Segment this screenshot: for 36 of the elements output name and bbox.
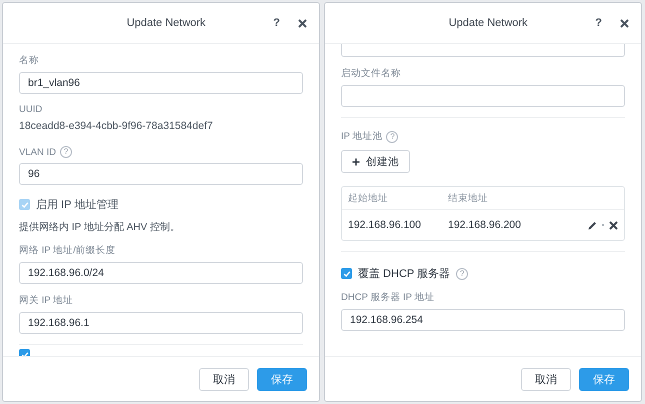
field-label: 网络 IP 地址/前缀长度 bbox=[19, 244, 116, 257]
input-field[interactable]: 96 bbox=[19, 163, 303, 185]
description-text: 提供网络内 IP 地址分配 AHV 控制。 bbox=[19, 220, 181, 234]
plus-icon bbox=[352, 158, 360, 166]
dialog-title: Update Network bbox=[448, 17, 529, 29]
close-icon[interactable] bbox=[609, 220, 618, 230]
pencil-icon[interactable] bbox=[588, 220, 597, 230]
create-pool-button[interactable]: 创建池 bbox=[341, 150, 410, 173]
cancel-button[interactable]: 取消 bbox=[521, 368, 571, 390]
input-field[interactable]: br1_vlan96 bbox=[19, 72, 303, 94]
table-cell-text: 192.168.96.200 bbox=[448, 219, 522, 231]
checkbox-label: 启用 IP 地址管理 bbox=[36, 198, 118, 212]
field-label: DHCP 服务器 IP 地址 bbox=[341, 291, 434, 304]
input-field[interactable]: 192.168.96.1 bbox=[19, 312, 303, 334]
cancel-button[interactable]: 取消 bbox=[199, 368, 249, 390]
dialog-title: Update Network bbox=[126, 17, 207, 29]
field-label: 名称 bbox=[19, 54, 39, 67]
column-header: 起始地址 bbox=[348, 192, 389, 204]
uuid-value: 18ceadd8-e394-4cbb-9f96-78a31584def7 bbox=[19, 120, 214, 132]
help-button[interactable]: ? bbox=[273, 17, 280, 29]
table-cell-text: 192.168.96.100 bbox=[348, 219, 422, 231]
input-field[interactable]: 192.168.96.254 bbox=[341, 309, 625, 331]
input-field[interactable] bbox=[341, 44, 625, 57]
input-field[interactable] bbox=[341, 85, 625, 107]
close-icon[interactable] bbox=[620, 18, 629, 28]
checkbox[interactable] bbox=[341, 268, 352, 279]
field-label: IP 地址池 bbox=[341, 130, 382, 143]
field-label: 网关 IP 地址 bbox=[19, 294, 74, 307]
field-label: 启动文件名称 bbox=[341, 67, 401, 80]
column-header: 结束地址 bbox=[448, 192, 489, 204]
input-field[interactable]: 192.168.96.0/24 bbox=[19, 262, 303, 284]
checkbox-label: 覆盖 DHCP 服务器 bbox=[358, 266, 450, 281]
field-label: UUID bbox=[19, 104, 42, 115]
help-button[interactable]: ? bbox=[595, 17, 602, 29]
field-label: VLAN ID bbox=[19, 146, 56, 158]
close-icon[interactable] bbox=[298, 18, 307, 28]
